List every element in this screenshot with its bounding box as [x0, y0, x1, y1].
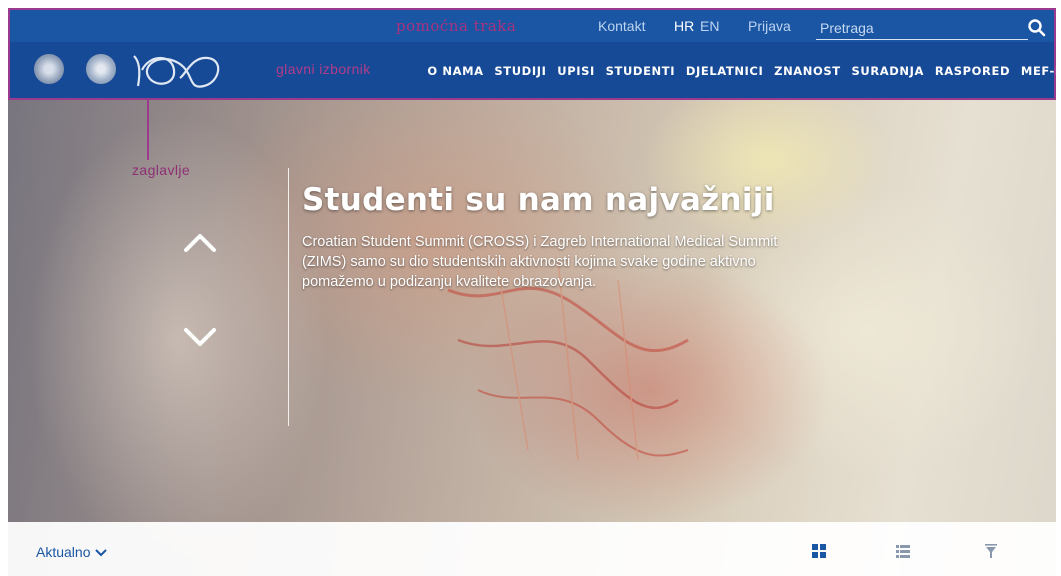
centenary-logo[interactable]: [128, 50, 232, 92]
chevron-up-icon[interactable]: [182, 230, 218, 254]
main-menu: O NAMA STUDIJI UPISI STUDENTI DJELATNICI…: [422, 64, 1061, 78]
news-section-dropdown[interactable]: Aktualno: [36, 544, 108, 560]
lang-hr-link[interactable]: HR: [674, 18, 694, 34]
nav-item-studenti[interactable]: STUDENTI: [600, 64, 680, 78]
nav-item-o-nama[interactable]: O NAMA: [422, 64, 489, 78]
nav-item-studiji[interactable]: STUDIJI: [489, 64, 552, 78]
news-section-label: Aktualno: [36, 544, 91, 560]
slide-title[interactable]: Studenti su nam najvažniji: [302, 182, 775, 218]
nav-item-raspored[interactable]: RASPORED: [929, 64, 1015, 78]
filter-icon[interactable]: [982, 542, 1000, 560]
search-input[interactable]: [816, 16, 1028, 40]
annotation-header-line: [147, 100, 149, 160]
hero-slider: zaglavlje Studenti su nam najvažniji Cro…: [8, 100, 1056, 576]
nav-item-mef-lms[interactable]: MEF-LMS: [1016, 64, 1061, 78]
chevron-down-icon[interactable]: [182, 326, 218, 350]
university-crest-icon[interactable]: [34, 54, 64, 84]
lang-en-link[interactable]: EN: [700, 18, 719, 34]
news-toolbar: Aktualno: [8, 522, 1056, 576]
annotation-header: zaglavlje: [132, 162, 191, 178]
list-view-icon[interactable]: [894, 542, 912, 560]
annotation-main-menu: glavni izbornik: [276, 61, 371, 77]
login-link[interactable]: Prijava: [748, 18, 791, 34]
slide-description: Croatian Student Summit (CROSS) i Zagreb…: [302, 234, 778, 290]
utility-bar: pomoćna traka Kontakt HR EN Prijava: [8, 8, 1056, 42]
nav-item-djelatnici[interactable]: DJELATNICI: [680, 64, 768, 78]
nav-item-znanost[interactable]: ZNANOST: [769, 64, 846, 78]
annotation-utility-bar: pomoćna traka: [396, 17, 517, 35]
nav-item-suradnja[interactable]: SURADNJA: [846, 64, 929, 78]
chevron-down-icon: [95, 549, 108, 557]
nav-item-upisi[interactable]: UPISI: [552, 64, 600, 78]
contact-link[interactable]: Kontakt: [598, 18, 645, 34]
main-navigation: glavni izbornik O NAMA STUDIJI UPISI STU…: [8, 42, 1061, 100]
grid-view-icon[interactable]: [810, 542, 828, 560]
hero-divider: [288, 168, 289, 426]
search-icon[interactable]: [1026, 17, 1048, 39]
faculty-crest-icon[interactable]: [86, 54, 116, 84]
